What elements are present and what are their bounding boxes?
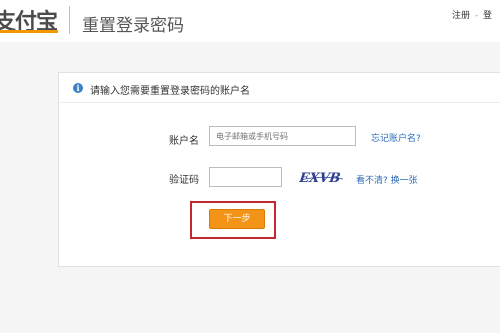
reset-password-card: i 请输入您需要重置登录密码的账户名 账户名 忘记账户名? 验证码 EXVB 看… [58,72,500,267]
account-label: 账户名 [169,136,199,147]
next-step-button[interactable]: 下一步 [209,209,265,229]
captcha-label: 验证码 [169,175,199,186]
info-icon: i [73,83,83,93]
header: 支付宝 重置登录密码 注册 - 登 [0,0,500,42]
header-divider [69,6,70,34]
notice-text: 请输入您需要重置登录密码的账户名 [90,86,250,97]
page: 支付宝 重置登录密码 注册 - 登 i 请输入您需要重置登录密码的账户名 账户名… [0,0,500,333]
top-links-separator: - [474,11,479,21]
register-link[interactable]: 注册 [452,11,470,21]
refresh-captcha-link[interactable]: 看不清? 换一张 [356,173,418,186]
captcha-input[interactable] [209,167,282,187]
account-input[interactable] [209,126,356,146]
captcha-image-text: EXVB [299,171,341,186]
login-link[interactable]: 登 [483,11,492,21]
top-links: 注册 - 登 [452,8,492,21]
logo-accent-bar [0,30,58,33]
page-title: 重置登录密码 [82,16,184,36]
notice-bar: i 请输入您需要重置登录密码的账户名 [59,73,500,103]
captcha-image[interactable]: EXVB [299,167,345,187]
forgot-account-link[interactable]: 忘记账户名? [371,131,421,144]
